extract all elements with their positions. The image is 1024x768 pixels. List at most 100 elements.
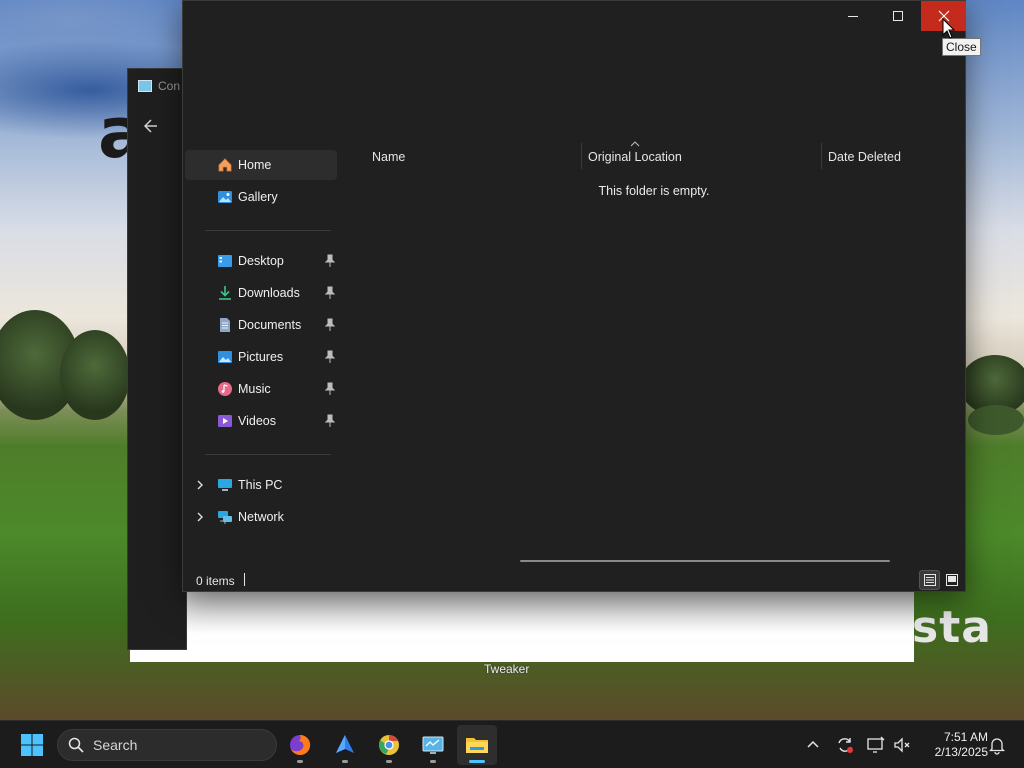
wallpaper-tree <box>60 330 130 420</box>
active-indicator <box>469 760 485 763</box>
minimize-icon <box>847 15 858 17</box>
volume-muted-icon[interactable] <box>892 735 912 755</box>
start-button[interactable] <box>12 725 52 765</box>
taskbar-app-blue[interactable] <box>325 725 365 765</box>
notification-bell-icon[interactable] <box>987 735 1007 755</box>
maximize-button[interactable] <box>875 1 920 31</box>
mouse-cursor-icon <box>942 18 956 39</box>
nav-item-desktop[interactable]: Desktop <box>185 246 337 276</box>
nav-item-gallery[interactable]: Gallery <box>185 182 337 212</box>
nav-item-label: Network <box>238 510 284 524</box>
taskbar-firefox[interactable] <box>280 725 320 765</box>
chevron-right-icon[interactable] <box>195 510 205 524</box>
control-panel-icon <box>422 736 444 754</box>
music-icon <box>218 382 232 396</box>
clock-time: 7:51 AM <box>943 730 988 744</box>
chevron-right-icon[interactable] <box>195 478 205 492</box>
home-icon <box>218 158 232 172</box>
nav-item-label: Videos <box>238 414 276 428</box>
nav-item-home[interactable]: Home <box>185 150 337 180</box>
content-pane[interactable]: Name Original Location Date Deleted This… <box>343 141 965 567</box>
maximize-icon <box>892 11 903 21</box>
taskbar-search[interactable]: Search <box>57 729 277 761</box>
pin-icon[interactable] <box>325 350 335 364</box>
nav-item-label: Gallery <box>238 190 278 204</box>
documents-icon <box>220 318 230 332</box>
nav-item-label: Home <box>238 158 272 172</box>
recycle-bin-window[interactable]: Home Gallery Desktop Downloads Documents… <box>182 0 966 592</box>
running-indicator <box>430 760 436 763</box>
empty-folder-message: This folder is empty. <box>598 184 710 198</box>
display-icon[interactable] <box>866 735 886 755</box>
column-header-name[interactable]: Name <box>372 147 581 167</box>
column-header-original-location[interactable]: Original Location <box>588 147 821 167</box>
background-window-title-text: Con <box>158 79 181 93</box>
nav-item-pictures[interactable]: Pictures <box>185 342 337 372</box>
background-window[interactable]: Con <box>127 68 187 650</box>
column-header-date-deleted[interactable]: Date Deleted <box>828 147 958 167</box>
minimize-button[interactable] <box>830 1 875 31</box>
background-window-title: Con <box>138 79 180 93</box>
background-window-label: Tweaker <box>484 662 530 676</box>
nav-item-music[interactable]: Music <box>185 374 337 404</box>
details-view-icon <box>923 574 936 586</box>
network-icon <box>218 511 232 524</box>
column-divider[interactable] <box>581 143 582 169</box>
nav-item-documents[interactable]: Documents <box>185 310 337 340</box>
sync-icon[interactable] <box>835 735 855 755</box>
running-indicator <box>297 760 303 763</box>
file-explorer-icon <box>466 738 488 753</box>
videos-icon <box>218 415 232 427</box>
wallpaper-text-right: sta <box>912 602 992 653</box>
back-arrow-icon[interactable] <box>143 119 158 138</box>
control-panel-icon <box>138 80 152 92</box>
nav-divider <box>205 454 331 455</box>
pin-icon[interactable] <box>325 318 335 332</box>
taskbar: Search 7:51 AM 2/13/2025 <box>0 720 1024 768</box>
nav-item-videos[interactable]: Videos <box>185 406 337 436</box>
nav-item-network[interactable]: Network <box>185 502 337 532</box>
gallery-icon <box>218 191 232 203</box>
running-indicator <box>386 760 392 763</box>
firefox-icon <box>290 734 311 755</box>
pin-icon[interactable] <box>325 382 335 396</box>
nav-item-this-pc[interactable]: This PC <box>185 470 337 500</box>
details-view-button[interactable] <box>919 570 940 590</box>
pin-icon[interactable] <box>325 414 335 428</box>
large-icons-view-icon <box>945 574 958 586</box>
nav-divider <box>205 230 331 231</box>
nav-item-label: Desktop <box>238 254 284 268</box>
taskbar-control-panel[interactable] <box>413 725 453 765</box>
column-divider[interactable] <box>821 143 822 169</box>
horizontal-scrollbar[interactable] <box>520 560 890 562</box>
taskbar-chrome[interactable] <box>369 725 409 765</box>
chevron-up-icon[interactable] <box>803 735 823 755</box>
search-icon <box>68 737 84 753</box>
wallpaper-tree <box>968 405 1024 435</box>
navigation-pane: Home Gallery Desktop Downloads Documents… <box>183 147 340 567</box>
running-indicator <box>342 760 348 763</box>
taskbar-clock[interactable]: 7:51 AM 2/13/2025 <box>918 730 988 760</box>
item-count: 0 items <box>196 574 235 588</box>
close-tooltip: Close <box>942 38 981 56</box>
nav-item-label: This PC <box>238 478 283 492</box>
pin-icon[interactable] <box>325 254 335 268</box>
large-icons-view-button[interactable] <box>941 570 962 590</box>
nav-item-downloads[interactable]: Downloads <box>185 278 337 308</box>
status-bar: 0 items <box>183 569 965 591</box>
start-icon <box>21 734 43 756</box>
search-placeholder: Search <box>93 737 138 753</box>
pin-icon[interactable] <box>325 286 335 300</box>
clock-date: 2/13/2025 <box>934 745 988 759</box>
downloads-icon <box>219 286 231 300</box>
pictures-icon <box>218 351 232 363</box>
desktop-icon <box>218 255 232 267</box>
this-pc-icon <box>218 479 232 491</box>
status-divider <box>244 573 245 586</box>
app-blue-icon <box>336 735 354 753</box>
chrome-icon <box>378 735 399 755</box>
background-window-shadow <box>180 592 914 662</box>
nav-item-label: Music <box>238 382 271 396</box>
nav-item-label: Downloads <box>238 286 300 300</box>
taskbar-file-explorer[interactable] <box>457 725 497 765</box>
